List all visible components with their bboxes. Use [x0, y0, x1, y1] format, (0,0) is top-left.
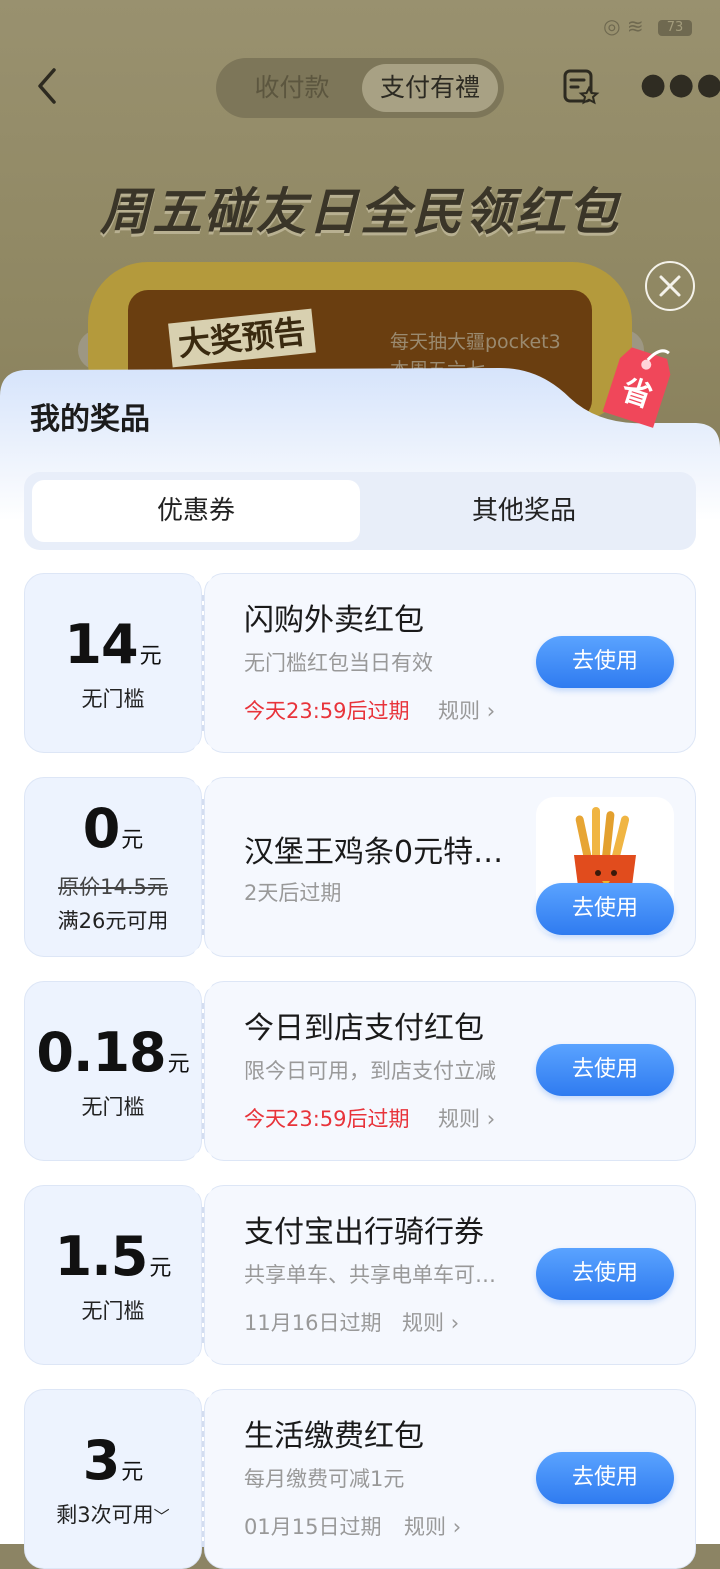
coupon-card: 0.18元 无门槛 今日到店支付红包 限今日可用，到店支付立减 今天23:59后…	[24, 971, 696, 1171]
save-tag-icon: 省	[596, 338, 686, 430]
use-button[interactable]: 去使用	[536, 883, 674, 935]
coupon-original-price: 原价14.5元	[58, 875, 168, 899]
chevron-right-icon: ›	[450, 1311, 460, 1335]
coupon-expiry: 01月15日过期	[244, 1515, 382, 1539]
prize-tabs: 优惠券 其他奖品	[24, 472, 696, 550]
coupon-desc: 共享单车、共享电单车可…	[244, 1263, 496, 1287]
coupon-title: 生活缴费红包	[244, 1419, 424, 1454]
coupon-condition: 无门槛	[81, 687, 145, 711]
coupon-desc: 每月缴费可减1元	[244, 1467, 405, 1491]
coupon-title: 汉堡王鸡条0元特…	[244, 835, 504, 870]
coupon-amount: 1.5元	[54, 1225, 172, 1288]
rules-link[interactable]: 规则 ›	[402, 1307, 459, 1337]
use-button[interactable]: 去使用	[536, 636, 674, 688]
board-line: 每天抽大疆pocket3	[390, 331, 561, 353]
tab-coupons[interactable]: 优惠券	[32, 480, 360, 542]
coupon-condition[interactable]: 剩3次可用﹀	[24, 1499, 202, 1529]
rules-link[interactable]: 规则 ›	[404, 1511, 461, 1541]
coupon-card: 14元 无门槛 闪购外卖红包 无门槛红包当日有效 今天23:59后过期 规则 ›…	[24, 563, 696, 763]
status-bar: ◎ ≋ 73	[0, 0, 720, 50]
bill-star-icon[interactable]	[560, 66, 600, 106]
use-button[interactable]: 去使用	[536, 1248, 674, 1300]
coupon-desc: 限今日可用，到店支付立减	[244, 1059, 496, 1083]
coupon-condition: 满26元可用	[57, 909, 169, 933]
rules-link[interactable]: 规则 ›	[438, 1103, 495, 1133]
close-button[interactable]	[645, 261, 695, 311]
tab-other-prizes[interactable]: 其他奖品	[360, 480, 688, 542]
coupon-amount: 14元	[64, 613, 162, 676]
chevron-left-icon	[38, 68, 56, 104]
coupon-amount: 0元	[82, 797, 144, 860]
segment-receive-pay[interactable]: 收付款	[222, 64, 362, 112]
coupon-amount: 0.18元	[36, 1021, 190, 1084]
use-button[interactable]: 去使用	[536, 1452, 674, 1504]
coupon-amount: 3元	[82, 1429, 144, 1492]
back-button[interactable]	[28, 62, 68, 110]
chevron-right-icon: ›	[486, 699, 496, 723]
wifi-icon: ◎ ≋	[603, 14, 644, 38]
promo-title: 周五碰友日全民领红包	[100, 183, 620, 241]
coupon-title: 今日到店支付红包	[244, 1011, 484, 1046]
coupon-expiry: 今天23:59后过期	[244, 699, 410, 723]
use-button[interactable]: 去使用	[536, 1044, 674, 1096]
coupon-title: 支付宝出行骑行券	[244, 1215, 484, 1250]
coupon-condition: 无门槛	[81, 1095, 145, 1119]
coupon-title: 闪购外卖红包	[244, 603, 424, 638]
coupon-expiry: 11月16日过期	[244, 1311, 382, 1335]
coupon-desc: 无门槛红包当日有效	[244, 651, 433, 675]
sheet-title: 我的奖品	[30, 402, 150, 437]
rules-link[interactable]: 规则 ›	[438, 695, 495, 725]
segment-pay-gift[interactable]: 支付有禮	[362, 64, 498, 112]
coupon-expiry: 今天23:59后过期	[244, 1107, 410, 1131]
coupon-expiry: 2天后过期	[244, 881, 342, 905]
coupon-card: 0元 原价14.5元 满26元可用 汉堡王鸡条0元特… 2天后过期 去使用	[24, 767, 696, 967]
prizes-sheet: 我的奖品 省 优惠券 其他奖品 14元 无门槛 闪购外卖红包 无门槛红包当日有效…	[0, 347, 720, 1569]
chevron-down-icon: ﹀	[153, 1507, 170, 1526]
coupon-card: 3元 剩3次可用﹀ 生活缴费红包 每月缴费可减1元 01月15日过期 规则 › …	[24, 1379, 696, 1569]
more-icon[interactable]: ●●●	[640, 70, 720, 100]
chevron-right-icon: ›	[452, 1515, 462, 1539]
coupon-card: 1.5元 无门槛 支付宝出行骑行券 共享单车、共享电单车可… 11月16日过期 …	[24, 1175, 696, 1375]
battery-icon: 73	[658, 19, 692, 36]
close-icon	[659, 275, 681, 297]
status-icons: ◎ ≋ 73	[603, 14, 692, 38]
chevron-right-icon: ›	[486, 1107, 496, 1131]
coupon-condition: 无门槛	[81, 1299, 145, 1323]
board-tag: 大奖预告	[168, 308, 316, 368]
segment-control: 收付款 支付有禮	[216, 58, 504, 118]
